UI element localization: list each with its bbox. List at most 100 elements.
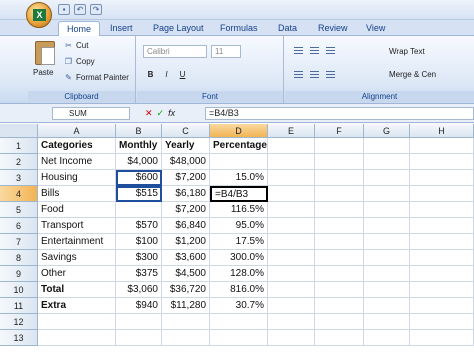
cell-g3[interactable] xyxy=(364,170,410,186)
cell-a12[interactable] xyxy=(38,314,116,330)
cell-h1[interactable] xyxy=(410,138,474,154)
column-header-e[interactable]: E xyxy=(268,124,315,138)
cell-c13[interactable] xyxy=(162,330,210,346)
cell-h2[interactable] xyxy=(410,154,474,170)
column-header-b[interactable]: B xyxy=(116,124,162,138)
cell-g13[interactable] xyxy=(364,330,410,346)
save-icon[interactable]: ▪ xyxy=(58,4,70,15)
formula-input[interactable]: =B4/B3 xyxy=(205,107,474,120)
cell-e13[interactable] xyxy=(268,330,315,346)
cell-d5[interactable]: 116.5% xyxy=(210,202,268,218)
italic-button[interactable]: I xyxy=(161,69,172,80)
cell-a7[interactable]: Entertainment xyxy=(38,234,116,250)
cell-e11[interactable] xyxy=(268,298,315,314)
underline-button[interactable]: U xyxy=(177,69,188,80)
cell-d12[interactable] xyxy=(210,314,268,330)
cell-c11[interactable]: $11,280 xyxy=(162,298,210,314)
cell-b10[interactable]: $3,060 xyxy=(116,282,162,298)
cell-c2[interactable]: $48,000 xyxy=(162,154,210,170)
cell-g12[interactable] xyxy=(364,314,410,330)
cell-h4[interactable] xyxy=(410,186,474,202)
cell-a8[interactable]: Savings xyxy=(38,250,116,266)
cell-c9[interactable]: $4,500 xyxy=(162,266,210,282)
cell-h10[interactable] xyxy=(410,282,474,298)
cell-d3[interactable]: 15.0% xyxy=(210,170,268,186)
cell-d9[interactable]: 128.0% xyxy=(210,266,268,282)
row-header-5[interactable]: 5 xyxy=(0,202,38,218)
enter-icon[interactable]: ✓ xyxy=(157,107,165,120)
column-header-c[interactable]: C xyxy=(162,124,210,138)
redo-icon[interactable]: ↷ xyxy=(90,4,102,15)
cell-c12[interactable] xyxy=(162,314,210,330)
cell-e2[interactable] xyxy=(268,154,315,170)
cell-e9[interactable] xyxy=(268,266,315,282)
column-header-a[interactable]: A xyxy=(38,124,116,138)
paste-icon[interactable] xyxy=(35,41,55,65)
cell-e6[interactable] xyxy=(268,218,315,234)
column-header-d[interactable]: D xyxy=(210,124,268,138)
cell-b8[interactable]: $300 xyxy=(116,250,162,266)
cell-g1[interactable] xyxy=(364,138,410,154)
paste-button[interactable]: Paste xyxy=(33,68,53,77)
cell-b13[interactable] xyxy=(116,330,162,346)
cell-h12[interactable] xyxy=(410,314,474,330)
cell-c7[interactable]: $1,200 xyxy=(162,234,210,250)
cell-a5[interactable]: Food xyxy=(38,202,116,218)
row-header-6[interactable]: 6 xyxy=(0,218,38,234)
tab-formulas[interactable]: Formulas xyxy=(220,21,258,36)
row-header-11[interactable]: 11 xyxy=(0,298,38,314)
name-box[interactable]: SUM xyxy=(52,107,130,120)
cell-h7[interactable] xyxy=(410,234,474,250)
cell-e7[interactable] xyxy=(268,234,315,250)
row-header-8[interactable]: 8 xyxy=(0,250,38,266)
cell-a11[interactable]: Extra xyxy=(38,298,116,314)
cell-d4[interactable]: =B4/B3 xyxy=(210,186,268,202)
cell-b4[interactable]: $515 xyxy=(116,186,162,202)
cell-b2[interactable]: $4,000 xyxy=(116,154,162,170)
cell-a3[interactable]: Housing xyxy=(38,170,116,186)
undo-icon[interactable]: ↶ xyxy=(74,4,86,15)
select-all-corner[interactable] xyxy=(0,124,38,138)
row-header-2[interactable]: 2 xyxy=(0,154,38,170)
cell-f7[interactable] xyxy=(315,234,364,250)
cell-h9[interactable] xyxy=(410,266,474,282)
row-header-9[interactable]: 9 xyxy=(0,266,38,282)
cell-c1[interactable]: Yearly xyxy=(162,138,210,154)
align-bottom-icon[interactable] xyxy=(325,45,336,55)
cell-b11[interactable]: $940 xyxy=(116,298,162,314)
cell-e4[interactable] xyxy=(268,186,315,202)
column-header-f[interactable]: F xyxy=(315,124,364,138)
cell-h5[interactable] xyxy=(410,202,474,218)
merge-center-button[interactable]: Merge & Cen xyxy=(389,70,436,79)
cell-h11[interactable] xyxy=(410,298,474,314)
cell-f12[interactable] xyxy=(315,314,364,330)
cell-d2[interactable] xyxy=(210,154,268,170)
bold-button[interactable]: B xyxy=(145,69,156,80)
row-header-4[interactable]: 4 xyxy=(0,186,38,202)
cell-g4[interactable] xyxy=(364,186,410,202)
cell-e3[interactable] xyxy=(268,170,315,186)
row-header-3[interactable]: 3 xyxy=(0,170,38,186)
row-header-1[interactable]: 1 xyxy=(0,138,38,154)
cell-b12[interactable] xyxy=(116,314,162,330)
align-center-icon[interactable] xyxy=(309,69,320,79)
cell-h3[interactable] xyxy=(410,170,474,186)
align-left-icon[interactable] xyxy=(293,69,304,79)
cell-b7[interactable]: $100 xyxy=(116,234,162,250)
align-right-icon[interactable] xyxy=(325,69,336,79)
cell-e10[interactable] xyxy=(268,282,315,298)
cell-f9[interactable] xyxy=(315,266,364,282)
tab-view[interactable]: View xyxy=(366,21,385,36)
cell-d7[interactable]: 17.5% xyxy=(210,234,268,250)
cell-e8[interactable] xyxy=(268,250,315,266)
cell-a9[interactable]: Other xyxy=(38,266,116,282)
font-family-select[interactable]: Calibri xyxy=(143,45,207,58)
cell-b5[interactable] xyxy=(116,202,162,218)
copy-button[interactable]: ❐ Copy xyxy=(64,57,95,66)
cell-h6[interactable] xyxy=(410,218,474,234)
cell-b3[interactable]: $600 xyxy=(116,170,162,186)
cell-f8[interactable] xyxy=(315,250,364,266)
cell-a6[interactable]: Transport xyxy=(38,218,116,234)
column-header-g[interactable]: G xyxy=(364,124,410,138)
cell-c8[interactable]: $3,600 xyxy=(162,250,210,266)
